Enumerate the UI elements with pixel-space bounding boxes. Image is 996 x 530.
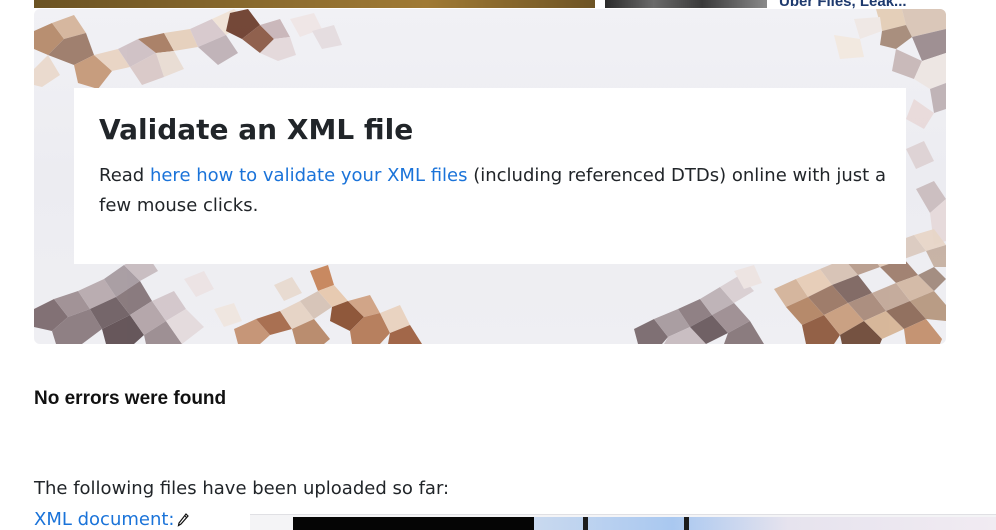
validation-status-message: No errors were found [34, 388, 227, 409]
ad-video-panel [293, 517, 534, 530]
ad-figure-right [684, 517, 689, 530]
uploaded-files-intro: The following files have been uploaded s… [34, 478, 450, 499]
xml-document-link[interactable]: XML document: [34, 509, 189, 530]
ad-figure-left [583, 517, 588, 530]
page: Uber Files, Leak... Validate an XML file… [0, 0, 996, 530]
xml-document-label: XML document: [34, 509, 175, 530]
validate-howto-link[interactable]: here how to validate your XML files [150, 165, 468, 186]
hero-card: Validate an XML file Read here how to va… [34, 9, 946, 344]
bottom-advertisement[interactable] [250, 514, 996, 530]
hero-content-box: Validate an XML file Read here how to va… [74, 88, 906, 264]
hero-text-before: Read [99, 165, 150, 186]
hero-description: Read here how to validate your XML files… [99, 161, 889, 221]
ad-artwork-panel [534, 517, 996, 530]
pencil-icon[interactable] [177, 511, 189, 527]
top-banner-image[interactable] [34, 0, 595, 8]
page-title: Validate an XML file [99, 113, 414, 146]
top-news-thumbnail[interactable] [605, 0, 767, 8]
